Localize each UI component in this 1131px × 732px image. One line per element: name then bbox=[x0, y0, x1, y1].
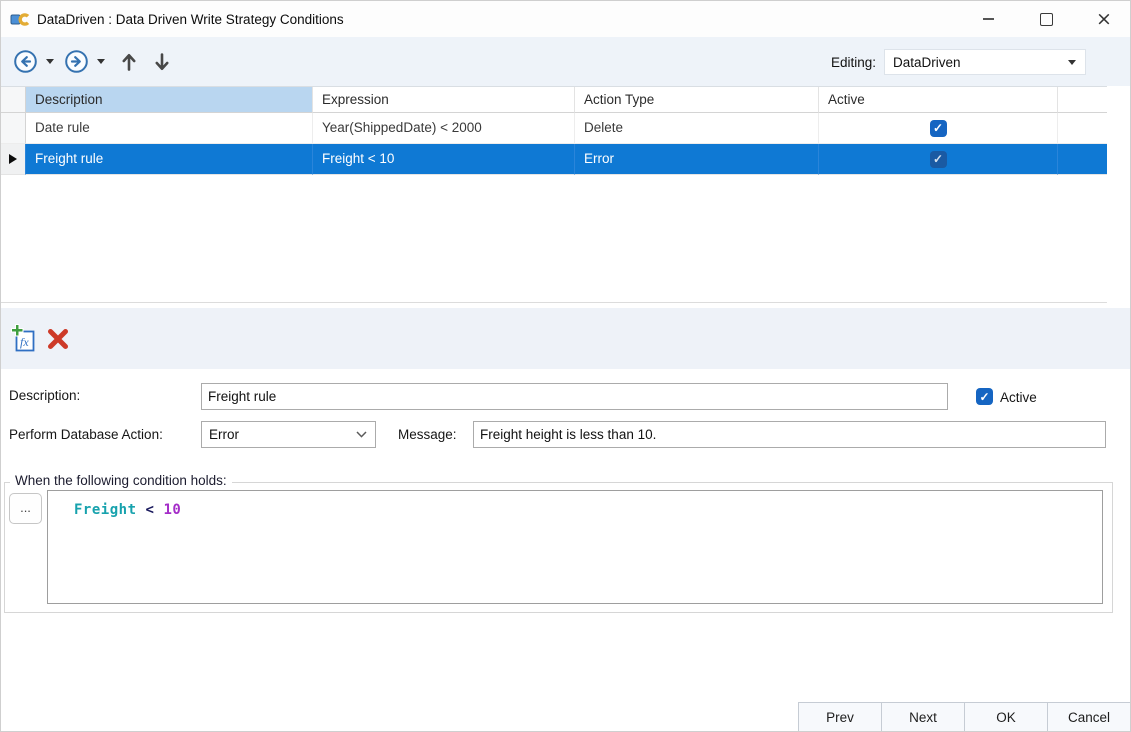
title-bar: DataDriven : Data Driven Write Strategy … bbox=[1, 1, 1130, 37]
column-header-action-type[interactable]: Action Type bbox=[575, 87, 819, 113]
conditions-grid: Description Expression Action Type Activ… bbox=[1, 86, 1107, 303]
grid-empty-area[interactable] bbox=[1, 175, 1107, 302]
navigation-toolbar: Editing: DataDriven bbox=[1, 37, 1130, 86]
row-selector[interactable] bbox=[1, 113, 26, 144]
svg-text:fx: fx bbox=[20, 335, 29, 349]
dialog-window: DataDriven : Data Driven Write Strategy … bbox=[0, 0, 1131, 732]
minimize-button[interactable] bbox=[965, 1, 1011, 37]
window-controls: × bbox=[953, 1, 1127, 37]
editing-combobox[interactable]: DataDriven bbox=[884, 49, 1086, 75]
close-button[interactable]: × bbox=[1081, 1, 1127, 37]
cell-filler bbox=[1058, 113, 1107, 144]
cell-action-type[interactable]: Delete bbox=[575, 113, 819, 144]
cell-expression[interactable]: Year(ShippedDate) < 2000 bbox=[313, 113, 575, 144]
delete-condition-button[interactable] bbox=[46, 327, 70, 351]
column-header-active[interactable]: Active bbox=[819, 87, 1058, 113]
expression-field-token: Freight bbox=[74, 502, 137, 518]
condition-group-label: When the following condition holds: bbox=[10, 473, 232, 488]
active-checkbox-checked-icon[interactable] bbox=[930, 120, 947, 137]
cell-description[interactable]: Freight rule bbox=[26, 144, 313, 175]
window-title: DataDriven : Data Driven Write Strategy … bbox=[37, 12, 344, 27]
app-icon bbox=[10, 11, 30, 27]
cell-active[interactable] bbox=[819, 144, 1058, 175]
cell-filler bbox=[1058, 144, 1107, 175]
forward-dropdown-caret-icon[interactable] bbox=[97, 59, 105, 64]
column-header-filler bbox=[1058, 87, 1107, 113]
cell-description[interactable]: Date rule bbox=[26, 113, 313, 144]
message-label: Message: bbox=[398, 427, 457, 442]
current-row-indicator-icon bbox=[9, 154, 17, 164]
cancel-button[interactable]: Cancel bbox=[1047, 702, 1131, 732]
current-row-selector[interactable] bbox=[1, 144, 26, 175]
column-header-description[interactable]: Description bbox=[26, 87, 313, 113]
column-header-expression[interactable]: Expression bbox=[313, 87, 575, 113]
condition-actions-toolbar: fx bbox=[1, 308, 1130, 369]
description-input[interactable] bbox=[201, 383, 948, 410]
condition-expression: Freight < 10 bbox=[74, 502, 181, 518]
prev-button[interactable]: Prev bbox=[798, 702, 882, 732]
back-icon bbox=[13, 49, 38, 74]
cell-action-type[interactable]: Error bbox=[575, 144, 819, 175]
message-input[interactable] bbox=[473, 421, 1106, 448]
action-type-select-value: Error bbox=[202, 427, 356, 442]
back-button[interactable] bbox=[13, 49, 38, 74]
condition-editor-button[interactable]: ... bbox=[9, 493, 42, 524]
description-label: Description: bbox=[9, 388, 80, 403]
editing-combobox-value: DataDriven bbox=[885, 55, 1068, 70]
grid-corner-stub[interactable] bbox=[1, 87, 26, 113]
perform-database-action-label: Perform Database Action: bbox=[9, 427, 163, 442]
maximize-icon bbox=[1040, 13, 1053, 26]
condition-expression-editor[interactable]: Freight < 10 bbox=[47, 490, 1103, 604]
maximize-button[interactable] bbox=[1023, 1, 1069, 37]
editing-selector: Editing: DataDriven bbox=[831, 49, 1086, 75]
forward-button[interactable] bbox=[64, 49, 89, 74]
editing-label: Editing: bbox=[831, 55, 876, 70]
chevron-down-icon bbox=[356, 431, 367, 438]
cell-active[interactable] bbox=[819, 113, 1058, 144]
chevron-down-icon bbox=[1068, 60, 1076, 65]
dialog-footer: Prev Next OK Cancel bbox=[799, 702, 1131, 732]
ok-button[interactable]: OK bbox=[964, 702, 1048, 732]
expression-number-token: 10 bbox=[163, 502, 181, 518]
forward-icon bbox=[64, 49, 89, 74]
move-up-button[interactable] bbox=[121, 52, 137, 72]
minimize-icon bbox=[983, 18, 994, 20]
move-down-button[interactable] bbox=[154, 52, 170, 72]
back-dropdown-caret-icon[interactable] bbox=[46, 59, 54, 64]
add-condition-button[interactable]: fx bbox=[11, 324, 38, 353]
active-checkbox[interactable] bbox=[976, 388, 993, 405]
move-up-icon bbox=[121, 52, 137, 72]
next-button[interactable]: Next bbox=[881, 702, 965, 732]
move-down-icon bbox=[154, 52, 170, 72]
delete-condition-icon bbox=[46, 327, 70, 351]
add-condition-icon: fx bbox=[11, 324, 38, 353]
action-type-select[interactable]: Error bbox=[201, 421, 376, 448]
close-icon: × bbox=[1096, 10, 1112, 29]
expression-operator-token: < bbox=[146, 502, 155, 518]
cell-expression[interactable]: Freight < 10 bbox=[313, 144, 575, 175]
active-checkbox-checked-icon[interactable] bbox=[930, 151, 947, 168]
active-checkbox-label: Active bbox=[1000, 390, 1037, 405]
